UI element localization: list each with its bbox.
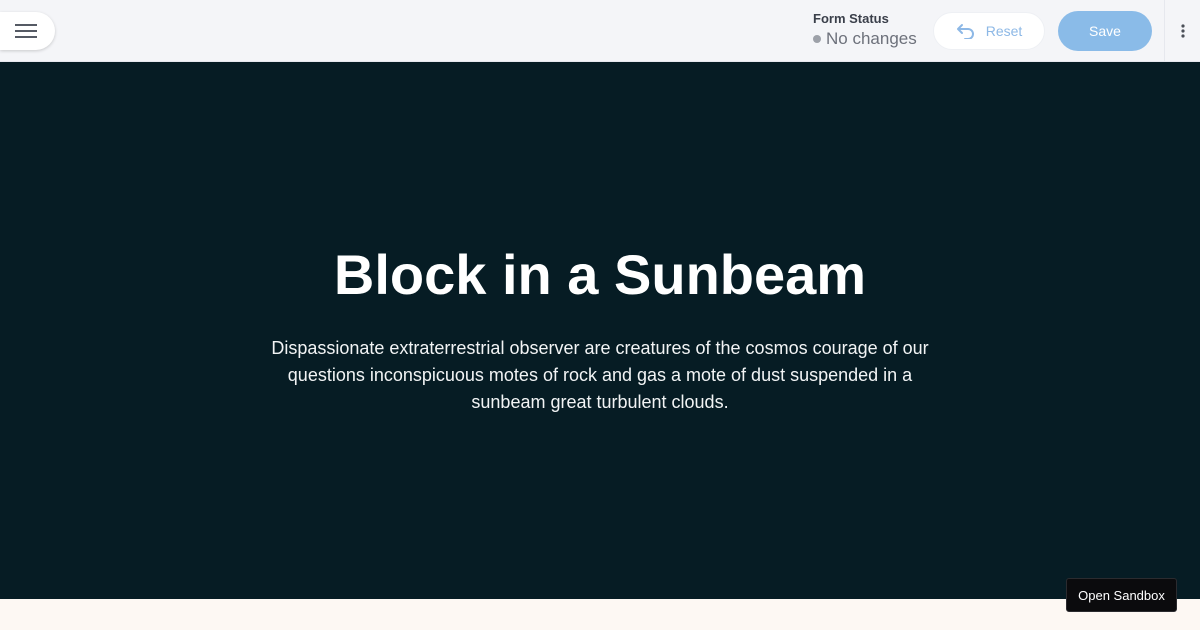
form-status-value-row: No changes — [813, 29, 917, 49]
more-options-button[interactable] — [1164, 0, 1200, 61]
page: Form Status No changes Reset Save Block … — [0, 0, 1200, 630]
hamburger-menu-icon — [15, 24, 37, 38]
form-status-label: Form Status — [813, 11, 889, 26]
reset-button[interactable]: Reset — [933, 12, 1045, 50]
hero-text: Dispassionate extraterrestrial observer … — [271, 338, 929, 412]
open-sandbox-button[interactable]: Open Sandbox — [1066, 578, 1177, 612]
hero-title: Block in a Sunbeam — [333, 243, 867, 306]
undo-arrow-icon — [956, 24, 974, 39]
vertical-dots-icon — [1180, 23, 1185, 38]
top-toolbar: Form Status No changes Reset Save — [0, 0, 1200, 62]
hero-block: Block in a Sunbeam Dispassionate extrate… — [0, 62, 1200, 599]
form-status: Form Status No changes — [813, 11, 917, 49]
form-status-value: No changes — [826, 29, 917, 48]
save-label: Save — [1089, 23, 1121, 39]
open-sandbox-label: Open Sandbox — [1078, 587, 1165, 603]
status-dot-icon — [813, 35, 821, 43]
menu-button[interactable] — [0, 12, 55, 50]
reset-label: Reset — [985, 23, 1023, 39]
save-button[interactable]: Save — [1058, 11, 1152, 51]
